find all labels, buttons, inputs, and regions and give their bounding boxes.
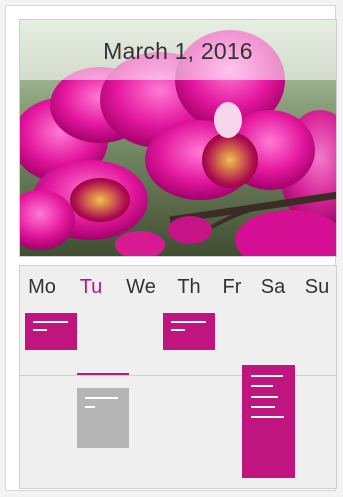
day-label-th[interactable]: Th: [169, 276, 209, 299]
day-label-we[interactable]: We: [121, 276, 161, 299]
day-label-fr[interactable]: Fr: [212, 276, 252, 299]
day-label-su[interactable]: Su: [297, 276, 337, 299]
event-block-tu[interactable]: [77, 388, 129, 448]
day-label-sa[interactable]: Sa: [253, 276, 293, 299]
event-block-sa[interactable]: [242, 365, 295, 478]
day-label-mo[interactable]: Mo: [22, 276, 62, 299]
day-label-tu[interactable]: Tu: [71, 276, 111, 299]
today-indicator: [77, 373, 129, 375]
event-block-th[interactable]: [163, 313, 215, 350]
week-calendar: Mo Tu We Th Fr Sa Su: [19, 265, 337, 489]
date-title: March 1, 2016: [103, 38, 253, 64]
header-photo-card: March 1, 2016: [19, 19, 337, 257]
event-block-mo[interactable]: [25, 313, 77, 350]
